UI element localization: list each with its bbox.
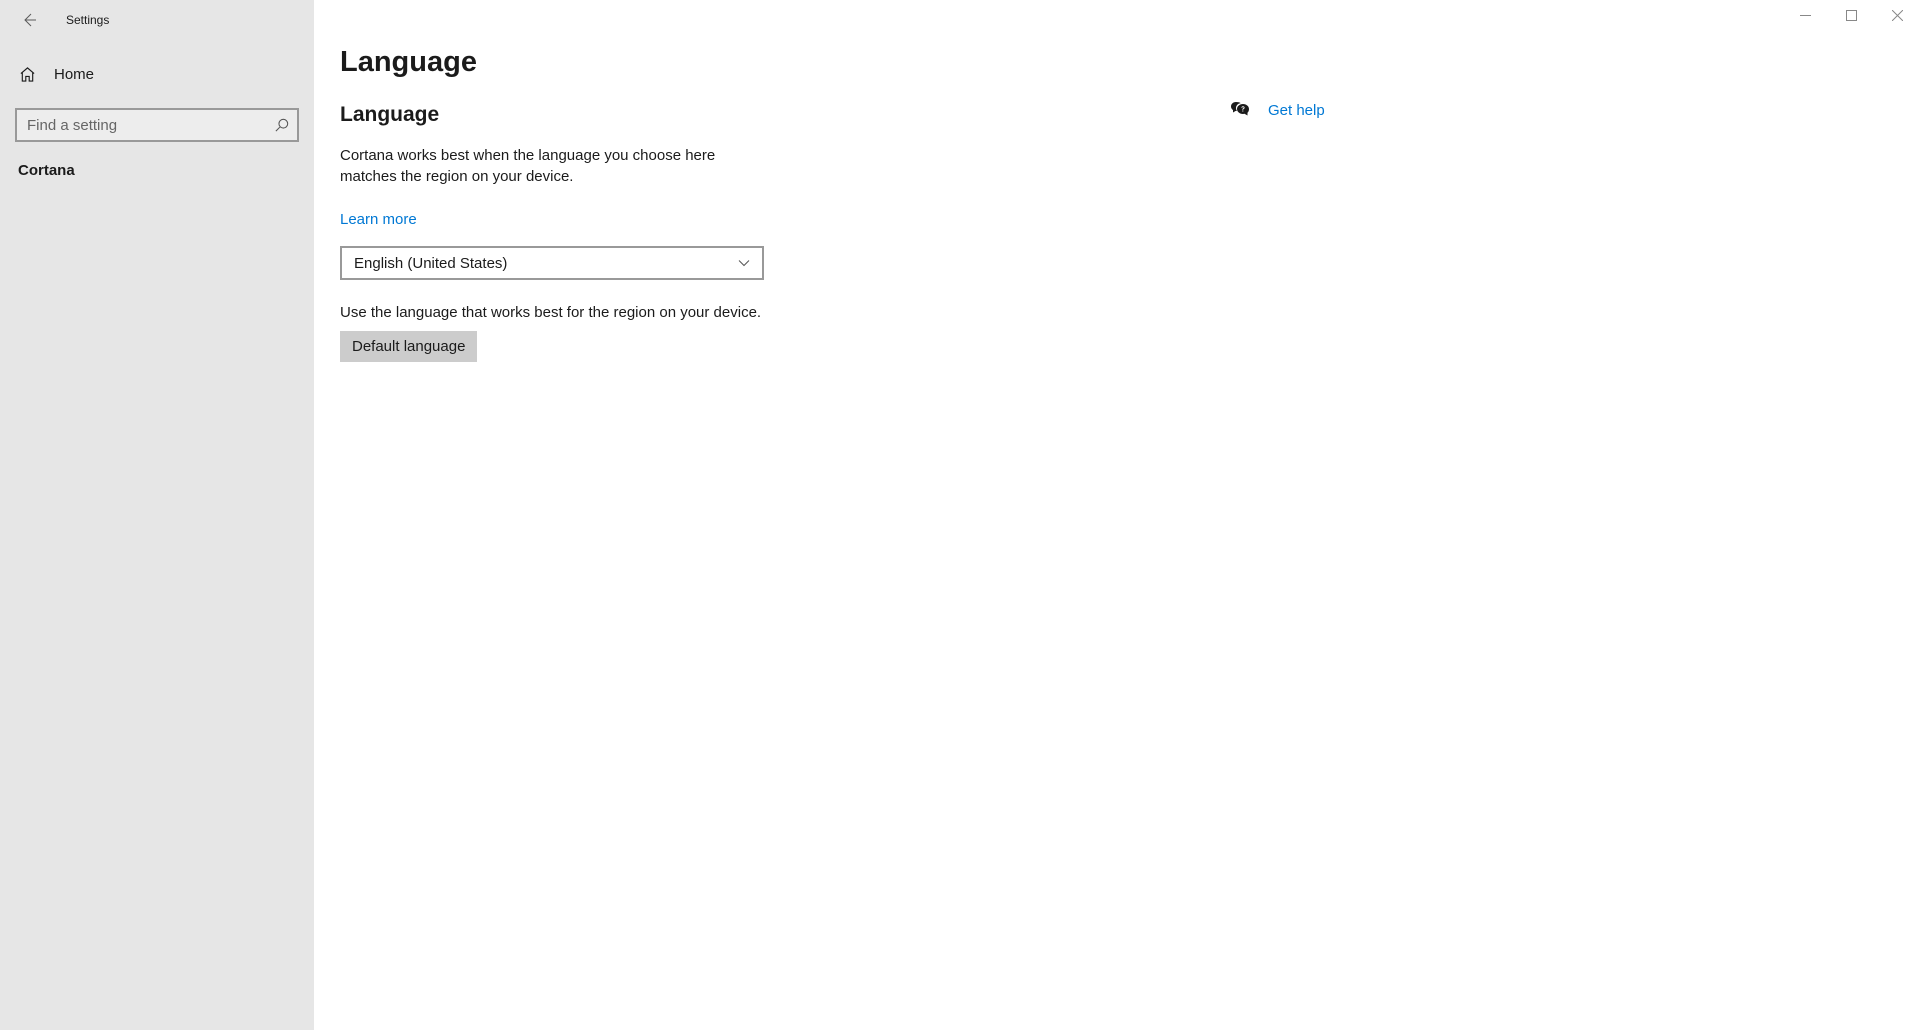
learn-more-link[interactable]: Learn more (340, 211, 417, 228)
default-language-hint: Use the language that works best for the… (340, 304, 1230, 321)
back-button[interactable] (14, 5, 44, 35)
search-box[interactable] (15, 108, 299, 142)
main: Language Language Cortana works best whe… (314, 0, 1920, 1030)
home-label: Home (54, 66, 94, 83)
maximize-icon (1846, 10, 1857, 21)
search-input[interactable] (27, 117, 273, 134)
search-wrap (15, 108, 299, 142)
minimize-button[interactable] (1782, 0, 1828, 30)
content: Language Language Cortana works best whe… (314, 0, 1230, 1030)
maximize-button[interactable] (1828, 0, 1874, 30)
sidebar-category-cortana[interactable]: Cortana (0, 150, 314, 191)
window-controls (1782, 0, 1920, 30)
language-dropdown[interactable]: English (United States) (340, 246, 764, 280)
language-description: Cortana works best when the language you… (340, 145, 770, 187)
home-icon (18, 65, 36, 83)
back-arrow-icon (21, 12, 37, 28)
page-title: Language (340, 46, 1230, 79)
get-help-label: Get help (1268, 102, 1325, 119)
titlebar-label: Settings (66, 13, 109, 27)
section-title: Language (340, 103, 1230, 127)
home-nav[interactable]: Home (0, 54, 314, 94)
language-dropdown-value: English (United States) (354, 255, 507, 272)
close-icon (1892, 10, 1903, 21)
search-icon (273, 118, 289, 132)
get-help-link[interactable]: Get help (1230, 100, 1325, 120)
default-language-button[interactable]: Default language (340, 331, 477, 362)
help-icon (1230, 100, 1250, 120)
titlebar: Settings (0, 0, 314, 40)
close-button[interactable] (1874, 0, 1920, 30)
chevron-down-icon (738, 257, 750, 269)
sidebar: Settings Home Cortana (0, 0, 314, 1030)
minimize-icon (1800, 10, 1811, 21)
help-panel: Get help (1230, 100, 1325, 120)
